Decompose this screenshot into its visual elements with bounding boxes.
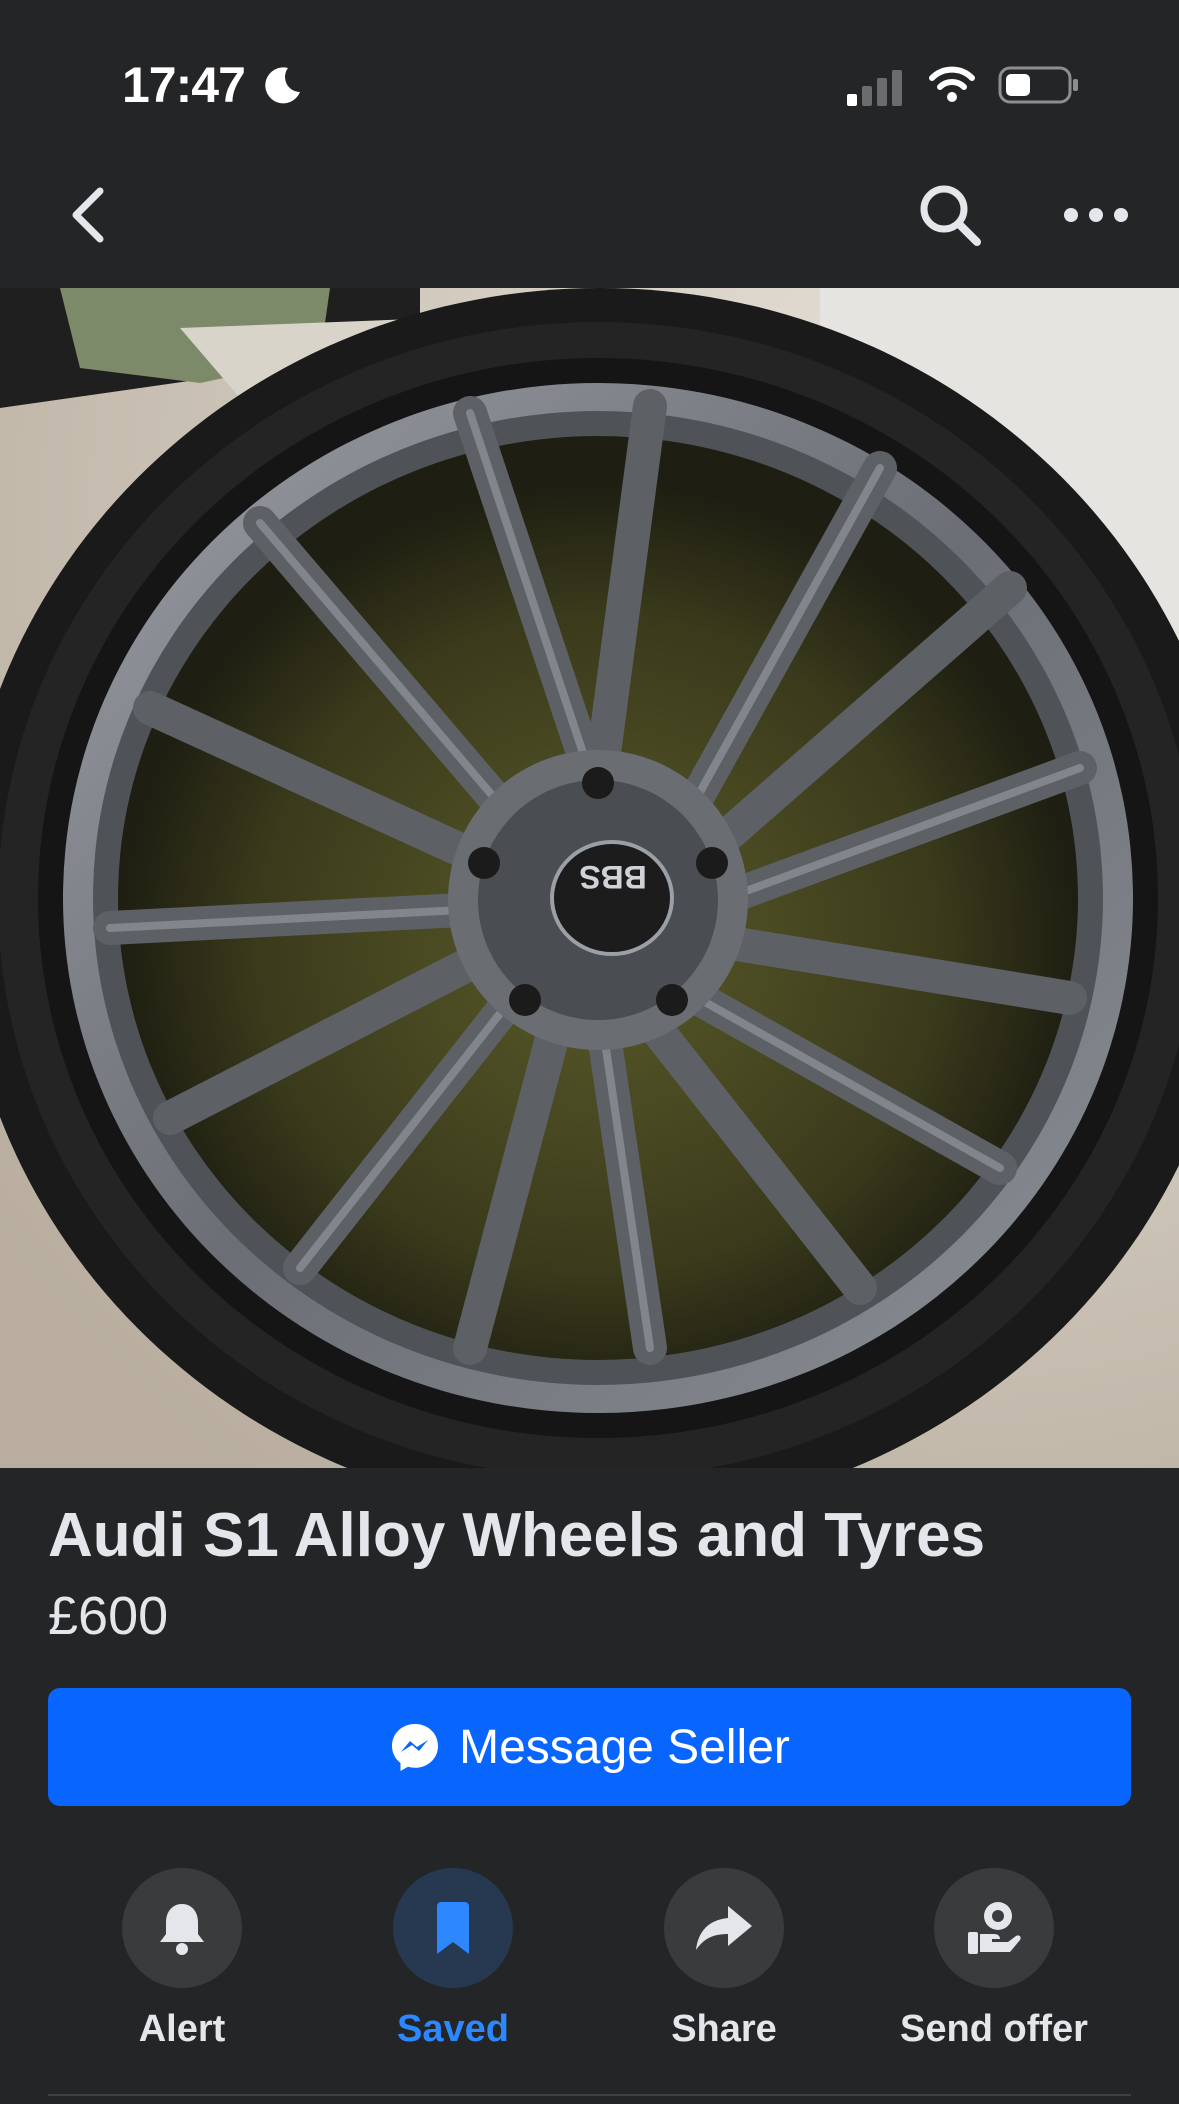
offer-hand-icon [968,1902,1021,1954]
share-button[interactable] [664,1868,784,1988]
send-offer-button[interactable] [934,1868,1054,1988]
send-offer-label: Send offer [900,2008,1088,2050]
bookmark-icon [437,1902,469,1954]
wheel-logo-text: BBS [579,859,647,895]
share-label: Share [671,2008,777,2050]
saved-action[interactable]: Saved [323,1868,583,2051]
status-time: 17:47 [122,57,246,113]
search-icon [920,185,981,246]
send-offer-action[interactable]: Send offer [864,1868,1124,2051]
navigation-bar [0,150,1179,288]
wifi-icon [928,64,976,109]
alert-label: Alert [138,2008,226,2050]
listing-photo[interactable]: BBS [0,288,1179,1468]
chevron-left-icon [72,187,104,243]
bell-icon [160,1904,204,1955]
alert-action[interactable]: Alert [52,1868,312,2051]
saved-button[interactable] [393,1868,513,1988]
moon-icon [262,64,304,111]
share-action[interactable]: Share [594,1868,854,2051]
share-arrow-icon [696,1906,752,1950]
action-row: Alert Saved Share Send offer [0,1868,1179,2051]
battery-icon [998,66,1080,111]
saved-label: Saved [397,2008,509,2050]
more-horizontal-icon [1064,208,1128,222]
status-bar: 17:47 [0,0,1179,150]
messenger-icon [392,1724,439,1771]
search-button[interactable] [915,180,985,250]
divider [48,2094,1131,2096]
cellular-signal-icon [845,68,905,113]
alert-button[interactable] [122,1868,242,1988]
message-seller-button[interactable]: Message Seller [48,1688,1131,1806]
back-button[interactable] [58,180,118,250]
more-options-button[interactable] [1058,180,1134,250]
message-seller-label: Message Seller [459,1720,790,1774]
listing-title: Audi S1 Alloy Wheels and Tyres [48,1501,986,1570]
listing-price: £600 [48,1586,169,1646]
